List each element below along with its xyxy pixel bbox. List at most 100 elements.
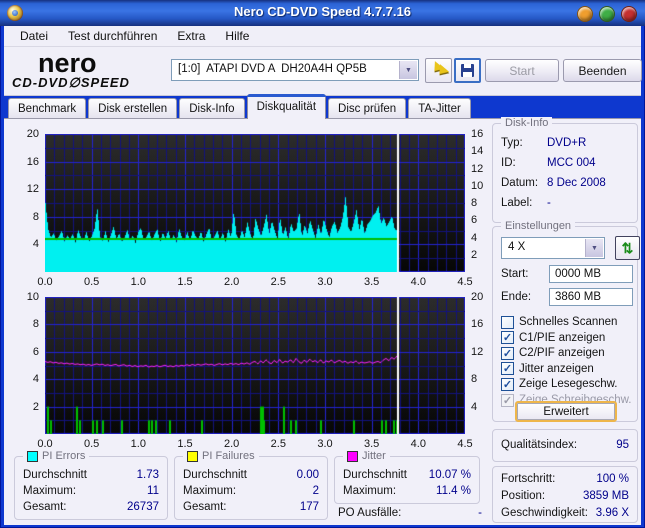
floppy-save-icon — [461, 64, 474, 77]
checkbox-box[interactable]: ✓ — [501, 331, 514, 345]
tab-ta-jitter[interactable]: TA-Jitter — [408, 98, 471, 119]
disk-info-label: Typ: — [501, 137, 523, 149]
disk-info-box: Disk-Info Typ: DVD+R ID: MCC 004 Datum: 8 D… — [492, 117, 638, 223]
po-failures-row: PO Ausfälle: - — [338, 507, 482, 521]
axis-tick-label: 3.5 — [364, 438, 380, 450]
stat-label: Maximum: — [343, 485, 397, 497]
progress-label: Fortschritt: — [501, 473, 556, 485]
pi-errors-chart-canvas — [45, 134, 465, 272]
axis-tick-label: 8 — [32, 210, 39, 223]
close-button[interactable] — [621, 6, 637, 22]
checkbox-label: C2/PIF anzeigen — [519, 347, 605, 360]
stat-label: Maximum: — [23, 485, 77, 497]
checkbox-zeige-lesegeschw-[interactable]: ✓ Zeige Lesegeschw. — [501, 377, 617, 391]
drive-select[interactable]: [1:0] ATAPI DVD A DH20A4H QP5B ▼ — [171, 59, 419, 81]
tab-diskqualitaet[interactable]: Diskqualität — [246, 94, 327, 119]
tab-benchmark[interactable]: Benchmark — [8, 98, 87, 119]
pi-failures-stats-box: PI Failures Durchschnitt 0.00 Maximum: 2 G… — [174, 450, 328, 520]
checkbox-box[interactable]: ✓ — [501, 346, 514, 360]
axis-tick-label: 2.0 — [224, 438, 240, 450]
save-button[interactable] — [454, 58, 481, 83]
axis-tick-label: 1.0 — [130, 276, 146, 288]
end-position-input[interactable] — [549, 288, 633, 306]
disk-info-value: DVD+R — [547, 137, 587, 149]
tab-disc-pruefen[interactable]: Disc prüfen — [328, 98, 407, 119]
eject-button[interactable] — [425, 58, 452, 83]
menu-item-hilfe[interactable]: Hilfe — [215, 27, 259, 45]
axis-tick-label: 1.0 — [130, 438, 146, 450]
refresh-icon: ⇅ — [621, 239, 634, 256]
pi-errors-stats-box: PI Errors Durchschnitt 1.73 Maximum: 11 Ge… — [14, 450, 168, 520]
stat-label: Gesamt: — [23, 501, 67, 513]
chevron-down-icon[interactable]: ▼ — [399, 61, 417, 79]
tab-disk-erstellen[interactable]: Disk erstellen — [88, 98, 178, 119]
menu-item-test-durchfuehren[interactable]: Test durchführen — [58, 27, 167, 45]
checkbox-c2-pif-anzeigen[interactable]: ✓ C2/PIF anzeigen — [501, 346, 605, 360]
quality-index-box: Qualitätsindex: 95 — [492, 429, 638, 462]
checkbox-c1-pie-anzeigen[interactable]: ✓ C1/PIE anzeigen — [501, 331, 605, 345]
pif-jitter-chart-canvas — [45, 297, 465, 434]
stat-value: 2 — [312, 485, 319, 497]
app-window: Nero CD-DVD Speed 4.7.7.16 Datei Test du… — [0, 0, 645, 528]
jitter-swatch — [347, 450, 358, 462]
axis-tick-label: 2.0 — [224, 276, 240, 288]
stat-value: 26737 — [127, 501, 159, 513]
disk-info-label: ID: — [501, 157, 516, 169]
drive-select-value: [1:0] ATAPI DVD A DH20A4H QP5B — [178, 63, 367, 75]
axis-tick-label: 4.5 — [457, 276, 473, 288]
axis-tick-label: 2 — [32, 400, 39, 413]
axis-tick-label: 0.5 — [84, 276, 100, 288]
axis-tick-label: 4 — [32, 238, 39, 251]
disk-info-label: Datum: — [501, 177, 539, 189]
menubar: Datei Test durchführen Extra Hilfe — [4, 26, 641, 47]
disk-info-value: - — [547, 197, 551, 209]
axis-tick-label: 20 — [26, 128, 39, 140]
checkbox-jitter-anzeigen[interactable]: ✓ Jitter anzeigen — [501, 362, 594, 376]
start-field-label: Start: — [501, 268, 529, 280]
axis-tick-label: 4 — [32, 373, 39, 386]
jitter-stats-box: Jitter Durchschnitt 10.07 % Maximum: 11.4 … — [334, 450, 480, 504]
axis-tick-label: 0.5 — [84, 438, 100, 450]
quality-index-value: 95 — [616, 439, 629, 451]
stat-label: Durchschnitt — [23, 469, 87, 481]
stat-value: 11.4 % — [436, 485, 471, 497]
settings-box: Einstellungen 4 X ▼ ⇅ Start: Ende: Schne… — [492, 220, 640, 422]
axis-tick-label: 4.5 — [457, 438, 473, 450]
checkbox-label: Schnelles Scannen — [519, 316, 618, 328]
speed-select-value: 4 X — [508, 241, 526, 253]
axis-tick-label: 0.0 — [37, 438, 53, 450]
minimize-button[interactable] — [577, 6, 593, 22]
stat-value: 0.00 — [296, 469, 319, 481]
maximize-button[interactable] — [599, 6, 615, 22]
axis-tick-label: 10 — [26, 291, 39, 303]
axis-tick-label: 3.0 — [317, 276, 333, 288]
checkbox-box[interactable] — [501, 315, 514, 329]
axis-tick-label: 0.0 — [37, 276, 53, 288]
axis-tick-label: 3.5 — [364, 276, 380, 288]
chevron-down-icon[interactable]: ▼ — [585, 239, 603, 257]
menu-item-extra[interactable]: Extra — [167, 27, 215, 45]
refresh-speeds-button[interactable]: ⇅ — [615, 236, 640, 260]
checkbox-box[interactable]: ✓ — [501, 362, 514, 376]
checkbox-box[interactable]: ✓ — [501, 377, 514, 391]
axis-tick-label: 3.0 — [317, 438, 333, 450]
speed-select[interactable]: 4 X ▼ — [501, 237, 605, 259]
pi-failures-title: PI Failures — [202, 450, 255, 462]
checkbox-schnelles-scannen[interactable]: Schnelles Scannen — [501, 315, 617, 329]
stat-label: Maximum: — [183, 485, 237, 497]
stat-value: 10.07 % — [428, 469, 471, 481]
jitter-title: Jitter — [362, 450, 386, 462]
progress-value: 100 % — [596, 473, 629, 485]
axis-tick-label: 1.5 — [177, 276, 193, 288]
checkbox-label: Jitter anzeigen — [519, 362, 594, 375]
tab-bar: Benchmark Disk erstellen Disk-Info Diskq… — [4, 94, 641, 119]
start-button[interactable]: Start — [485, 59, 559, 82]
menu-item-datei[interactable]: Datei — [10, 27, 58, 45]
advanced-button[interactable]: Erweitert — [515, 401, 617, 422]
start-position-input[interactable] — [549, 265, 633, 283]
quit-button[interactable]: Beenden — [563, 59, 642, 82]
end-field-label: Ende: — [501, 291, 532, 303]
tab-disk-info[interactable]: Disk-Info — [179, 98, 245, 119]
pi-errors-title: PI Errors — [42, 450, 86, 462]
axis-tick-label: 2.5 — [270, 438, 286, 450]
